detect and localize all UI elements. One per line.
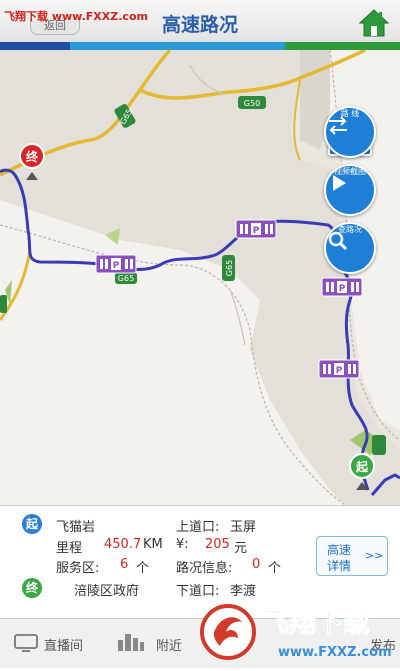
end-badge: 终 [22,578,42,598]
watermark-url-text: www.FXXZ.com [278,645,392,660]
exit-label: 下道口: [176,584,220,599]
video-capture-button[interactable]: 视频截图 [324,164,376,216]
fee-label: ¥: [176,537,189,552]
title-bar: 返回 飞翔下载 www.FXXZ.com 高速路况 [0,0,400,42]
swap-arrows-icon [329,116,347,135]
mileage-value: 450.7 [104,537,142,552]
service-area-label: 服务区: [56,561,100,576]
page-title: 高速路况 [161,14,238,36]
traffic-info-unit: 个 [268,561,282,576]
route-button[interactable]: 路 线 [324,106,376,158]
road-shield: G50 [238,96,266,109]
home-icon [358,9,390,37]
search-icon [328,231,348,251]
watermark-main-text: 飞翔下载 [262,608,370,639]
service-area-marker[interactable]: P [321,277,363,297]
play-icon [333,175,346,191]
city-icon [118,634,144,651]
start-name: 飞猫岩 [56,520,96,535]
tab-live[interactable]: 直播间 [0,619,100,668]
svg-text:P: P [339,284,346,294]
traffic-info-label: 路况信息: [176,561,233,576]
service-area-marker[interactable]: P [235,219,277,239]
end-name: 涪陵区政府 [74,584,140,599]
svg-text:G50: G50 [244,99,260,108]
tab-nearby-label: 附近 [156,639,183,654]
svg-text:终: 终 [26,149,39,164]
chevron-right-icon: >> [365,549,384,562]
fee-value: 205 [205,537,230,552]
svg-text:G65: G65 [118,274,134,283]
svg-text:P: P [336,366,343,376]
mileage-unit: KM [143,537,163,552]
svg-text:P: P [253,226,260,236]
service-area-value: 6 [120,557,129,572]
map-view[interactable]: G65 G50 G65 G65 P P P P 终 起 路 线 视频截图 查路况 [0,50,400,505]
svg-text:起: 起 [355,459,369,474]
search-traffic-button[interactable]: 查路况 [324,222,376,274]
start-badge: 起 [22,514,42,534]
watermark-logo: 飞翔下载 www.FXXZ.com [200,598,400,667]
home-button[interactable] [358,8,390,38]
detail-line2: 详情 [327,559,352,573]
road-shield: G65 [115,272,137,284]
exit-value: 李渡 [230,584,257,599]
svg-text:P: P [113,261,120,271]
detail-line1: 高速 [327,543,352,557]
service-area-unit: 个 [136,561,150,576]
fee-unit: 元 [234,541,248,556]
svg-text:G65: G65 [225,260,234,276]
entry-value: 玉屏 [230,520,257,535]
service-area-marker[interactable]: P [318,359,360,379]
mileage-label: 里程 [56,541,83,556]
tab-live-label: 直播间 [44,639,84,654]
service-area-marker[interactable]: P [95,254,137,274]
header-stripe [0,42,400,50]
tab-nearby[interactable]: 附近 [102,619,200,668]
highway-detail-button[interactable]: 高速 详情 >> [316,536,388,576]
road-shield: G65 [222,255,235,281]
entry-label: 上道口: [176,520,220,535]
monitor-icon [14,634,38,652]
traffic-info-value: 0 [252,557,261,572]
